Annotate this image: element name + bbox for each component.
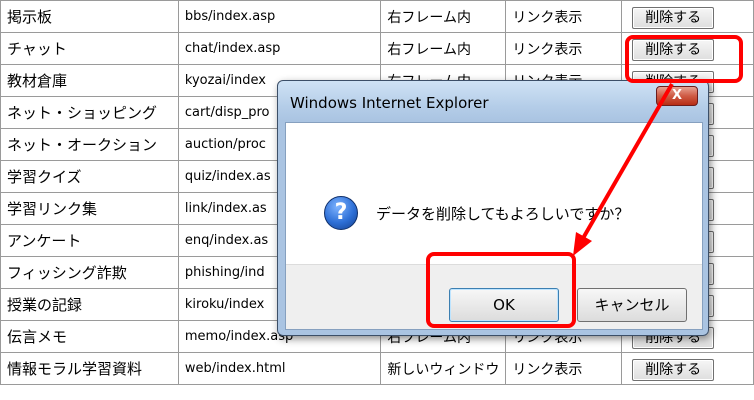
annotation-arrow (573, 83, 674, 256)
